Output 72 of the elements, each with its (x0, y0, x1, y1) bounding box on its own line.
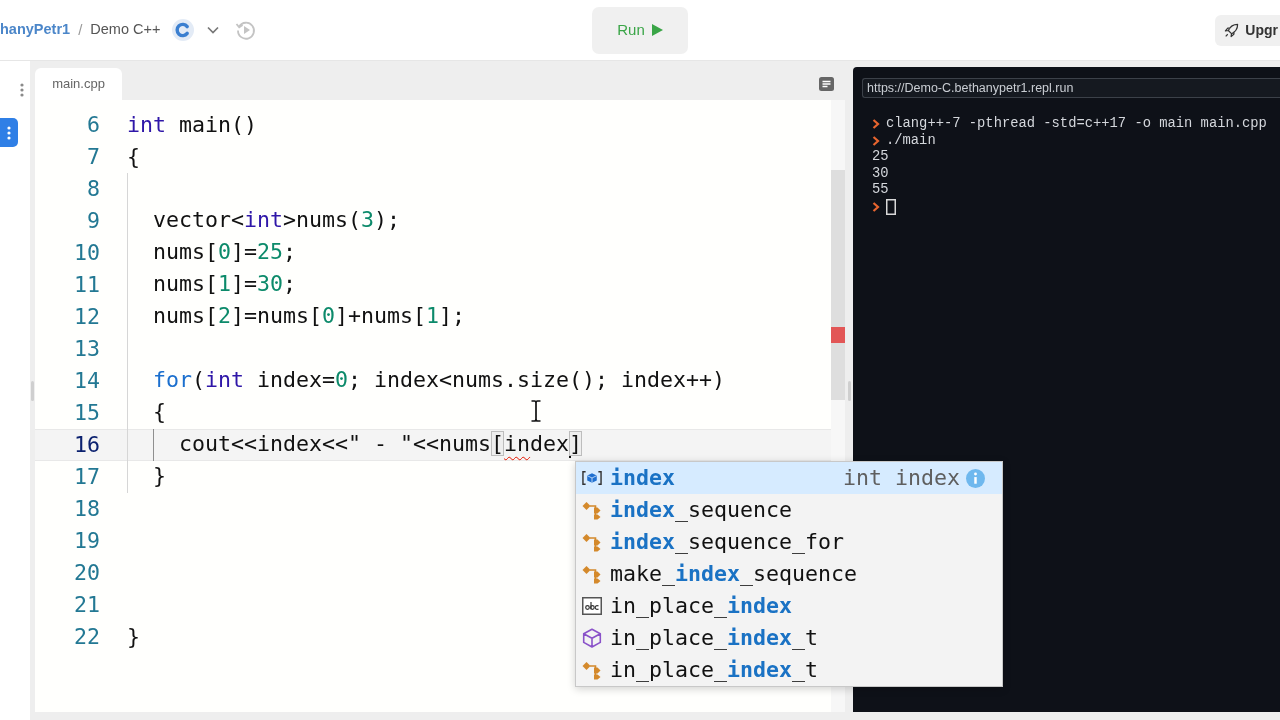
code-line[interactable]: nums[0]=25; (127, 237, 297, 269)
repl-name[interactable]: Demo C++ (90, 19, 161, 41)
prompt-chevron-icon (872, 119, 880, 130)
i-beam-pointer-icon (530, 400, 542, 422)
line-number: 10 (73, 239, 101, 267)
line-number: 8 (86, 175, 101, 203)
line-number: 11 (73, 271, 101, 299)
line-number: 9 (86, 207, 101, 235)
url-bar[interactable]: https://Demo-C.bethanypetr1.repl.run (862, 78, 1280, 98)
kebab-menu-icon[interactable] (20, 83, 24, 97)
open-ring-icon[interactable] (172, 19, 195, 41)
scrollbar-thumb[interactable] (831, 170, 845, 400)
suggestion-item[interactable]: in_place_index_t (576, 654, 1002, 686)
rocket-icon (1224, 22, 1240, 38)
terminal-output: 55 (872, 182, 889, 199)
suggestion-item[interactable]: in_place_index_t (576, 622, 1002, 654)
resize-handle[interactable] (31, 380, 34, 401)
code-line[interactable]: nums[1]=30; (127, 269, 297, 301)
suggestion-item[interactable]: index_sequence_for (576, 526, 1002, 558)
block-cursor-icon (886, 199, 896, 216)
code-line[interactable]: { (127, 397, 167, 429)
type-hint: int index (843, 463, 960, 492)
breadcrumb-separator: / (78, 19, 83, 40)
line-number: 17 (73, 463, 101, 491)
error-marker (831, 327, 845, 343)
prompt-chevron-icon (872, 202, 880, 213)
code-line[interactable]: vector<int>nums(3); (127, 205, 401, 237)
code-line[interactable]: for(int index=0; index<nums.size(); index++) (127, 365, 726, 397)
line-number: 19 (73, 527, 101, 555)
line-number: 22 (73, 623, 101, 651)
kebab-menu-icon (7, 125, 11, 140)
line-number: 21 (73, 591, 101, 619)
linked-boxes-icon (582, 660, 602, 680)
code-line[interactable]: cout<<index<<" - "<<nums[index] (127, 429, 583, 461)
code-line[interactable]: } (127, 461, 167, 493)
suggestion-item[interactable]: index int index (576, 462, 1002, 494)
history-icon[interactable] (235, 19, 258, 41)
code-line[interactable]: int main() (127, 110, 258, 140)
text-box-icon (582, 597, 602, 615)
code-line[interactable]: nums[2]=nums[0]+nums[1]; (127, 301, 466, 333)
terminal-command: ./main (886, 132, 936, 150)
line-number: 18 (73, 495, 101, 523)
line-number: 13 (73, 335, 101, 363)
line-number: 14 (73, 367, 101, 395)
chevron-down-icon[interactable] (207, 26, 220, 34)
line-number: 15 (73, 399, 101, 427)
bracketed-cube-icon (582, 470, 602, 486)
suggestion-item[interactable]: index_sequence (576, 494, 1002, 526)
code-line[interactable]: { (127, 142, 140, 172)
line-number: 12 (73, 303, 101, 331)
line-number: 7 (86, 143, 101, 171)
suggestion-item[interactable]: make_index_sequence (576, 558, 1002, 590)
linked-boxes-icon (582, 500, 602, 520)
line-number: 20 (73, 559, 101, 587)
play-icon (651, 24, 663, 36)
terminal-command: clang++-7 -pthread -std=c++17 -o main main.cpp (886, 116, 1267, 133)
info-icon[interactable] (966, 468, 985, 488)
panel-icon[interactable] (819, 77, 834, 91)
terminal-output: 25 (872, 149, 889, 166)
owner-link[interactable]: hanyPetr1 (0, 19, 71, 41)
prompt-chevron-icon (872, 135, 880, 146)
file-tab[interactable]: main.cpp (35, 68, 122, 100)
line-number: 6 (86, 111, 101, 139)
terminal-output: 30 (872, 165, 889, 183)
linked-boxes-icon (582, 532, 602, 552)
line-number: 16 (73, 431, 101, 459)
suggestion-item[interactable]: in_place_index (576, 590, 1002, 622)
cube-icon (582, 628, 602, 648)
sidebar-menu-button[interactable] (0, 118, 18, 147)
linked-boxes-icon (582, 564, 602, 584)
upgrade-button[interactable]: Upgr (1215, 14, 1280, 46)
code-line[interactable]: } (127, 622, 140, 652)
